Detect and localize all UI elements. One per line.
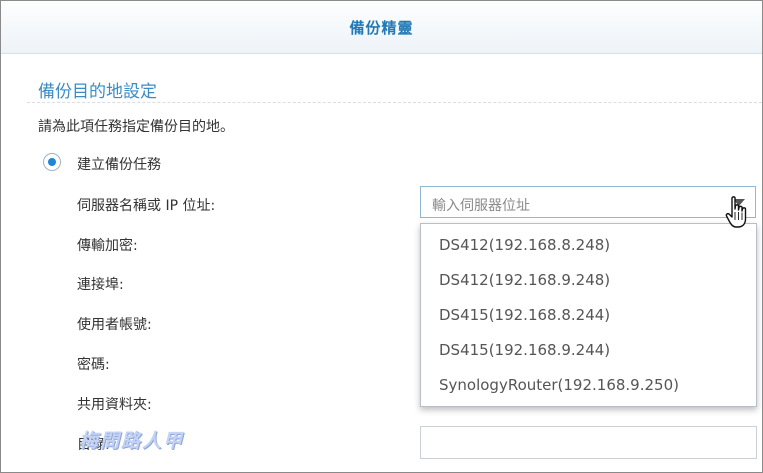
username-label: 使用者帳號: [77, 317, 152, 333]
shared-folder-label: 共用資料夾: [77, 397, 152, 413]
dropdown-item[interactable]: DS415(192.168.9.244) [439, 341, 610, 359]
server-dropdown-list[interactable]: DS412(192.168.8.248) DS412(192.168.9.248… [420, 223, 757, 407]
section-title: 備份目的地設定 [38, 82, 157, 102]
dropdown-item[interactable]: DS412(192.168.8.248) [439, 236, 610, 254]
directory-input[interactable] [420, 426, 757, 459]
dropdown-item[interactable]: DS412(192.168.9.248) [439, 271, 610, 289]
hand-pointer-icon [725, 196, 747, 228]
server-address-placeholder: 輸入伺服器位址 [432, 198, 530, 214]
radio-selected-dot [48, 158, 56, 166]
dropdown-item[interactable]: SynologyRouter(192.168.9.250) [439, 376, 679, 394]
watermark: 梅問路人甲 [79, 430, 185, 452]
encryption-label: 傳輸加密: [77, 238, 138, 254]
server-address-input[interactable]: 輸入伺服器位址 [420, 186, 756, 218]
section-divider [27, 102, 762, 103]
wizard-window: 備份精靈 備份目的地設定 請為此項任務指定備份目的地。 建立備份任務 伺服器名稱… [0, 0, 763, 473]
port-label: 連接埠: [77, 277, 124, 293]
password-label: 密碼: [77, 357, 110, 373]
server-label: 伺服器名稱或 IP 位址: [77, 198, 216, 214]
create-backup-task-label[interactable]: 建立備份任務 [77, 154, 161, 174]
title-bar: 備份精靈 [1, 1, 762, 54]
create-backup-task-radio[interactable] [43, 153, 61, 171]
section-description: 請為此項任務指定備份目的地。 [38, 119, 234, 135]
dropdown-item[interactable]: DS415(192.168.8.244) [439, 306, 610, 324]
window-title: 備份精靈 [349, 19, 414, 37]
